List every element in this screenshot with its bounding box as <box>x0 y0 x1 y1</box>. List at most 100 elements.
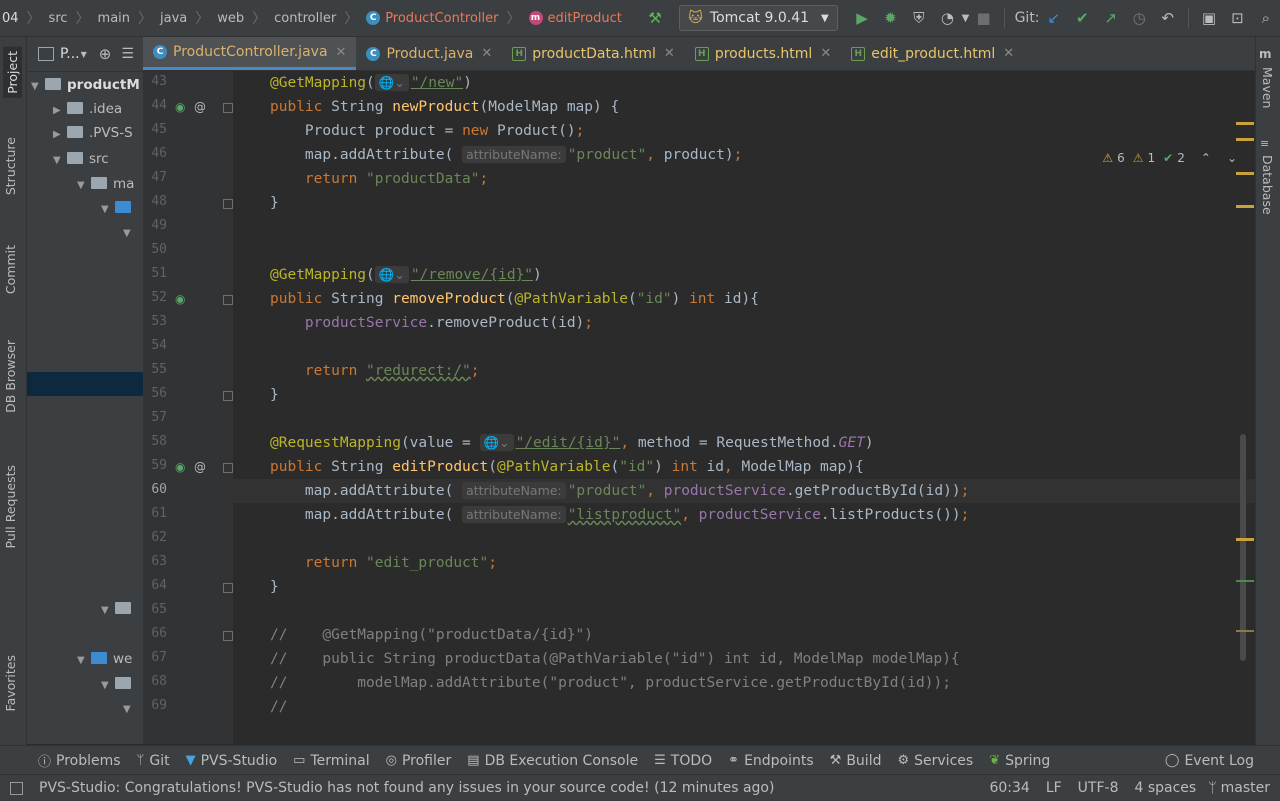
commit-tool-tab[interactable]: Commit <box>3 245 18 294</box>
tab-productdata-html[interactable]: H productData.html ✕ <box>502 37 685 70</box>
line-number[interactable]: 55 <box>143 362 167 377</box>
close-icon[interactable]: ✕ <box>820 46 831 61</box>
breadcrumb-item-src[interactable]: src <box>49 11 68 26</box>
endpoint-gutter-icon[interactable]: ◉ <box>175 460 185 474</box>
stop-icon[interactable]: ■ <box>976 9 990 27</box>
tree-item[interactable]: ▼ <box>101 672 137 696</box>
breadcrumb-item-java[interactable]: java <box>160 11 187 26</box>
breadcrumb-class[interactable]: ProductController <box>385 11 498 26</box>
profile-icon[interactable]: ◔ <box>940 9 954 27</box>
tree-item[interactable]: ▼ src <box>53 147 109 171</box>
git-branch[interactable]: master <box>1221 780 1270 796</box>
code-line[interactable]: map.addAttribute( attributeName: "product… <box>270 143 742 167</box>
error-stripe-mark[interactable] <box>1236 630 1254 632</box>
breadcrumb-root[interactable]: 04 <box>2 11 19 26</box>
coverage-icon[interactable]: ⛨ <box>912 9 926 27</box>
code-line[interactable]: map.addAttribute( attributeName: "listpro… <box>270 503 969 527</box>
tree-item[interactable]: ▼ ma <box>77 172 134 196</box>
tree-item[interactable]: ▶ .PVS-S <box>53 121 133 145</box>
code-line[interactable]: Product product = new Product(); <box>270 119 584 143</box>
code-line[interactable]: // <box>270 695 287 719</box>
line-number[interactable]: 63 <box>143 554 167 569</box>
line-number[interactable]: 53 <box>143 314 167 329</box>
error-stripe-mark[interactable] <box>1236 172 1254 175</box>
file-encoding[interactable]: UTF-8 <box>1078 780 1119 796</box>
close-icon[interactable]: ✕ <box>481 46 492 61</box>
project-panel-title[interactable]: P... <box>60 46 80 62</box>
next-highlight-icon[interactable]: ⌄ <box>1227 151 1237 165</box>
line-number[interactable]: 59 <box>143 458 167 473</box>
selected-tree-row[interactable] <box>27 372 143 396</box>
line-number[interactable]: 68 <box>143 674 167 689</box>
fold-marker-icon[interactable] <box>223 199 233 209</box>
line-number[interactable]: 56 <box>143 386 167 401</box>
line-number[interactable]: 61 <box>143 506 167 521</box>
tree-item[interactable]: ▼ productM <box>31 73 140 97</box>
vertical-scrollbar[interactable] <box>1240 434 1246 661</box>
locate-icon[interactable]: ⊕ <box>99 45 112 63</box>
line-number[interactable]: 64 <box>143 578 167 593</box>
structure-tool-tab[interactable]: Structure <box>3 137 18 195</box>
chevron-down-icon[interactable]: ▼ <box>81 50 87 59</box>
fold-marker-icon[interactable] <box>223 583 233 593</box>
code-line[interactable]: return "productData"; <box>270 167 488 191</box>
code-line[interactable]: return "redurect:/"; <box>270 359 480 383</box>
code-line[interactable]: @RequestMapping(value = 🌐⌄ "/edit/{id}", … <box>270 431 874 455</box>
git-push-icon[interactable]: ↗ <box>1103 9 1117 27</box>
breadcrumb-method[interactable]: editProduct <box>548 11 622 26</box>
collapse-icon[interactable]: ☰ <box>121 46 134 62</box>
fold-marker-icon[interactable] <box>223 631 233 641</box>
error-stripe-mark[interactable] <box>1236 580 1254 582</box>
code-line[interactable]: @GetMapping(🌐⌄ "/remove/{id}") <box>270 263 542 287</box>
line-number[interactable]: 47 <box>143 170 167 185</box>
code-editor[interactable]: 43 44 45 46 47 48 49 50 51 52 53 54 55 56 57 58 59 60 61 62… <box>143 71 1255 744</box>
line-number[interactable]: 44 <box>143 98 167 113</box>
tree-item[interactable]: ▶ .idea <box>53 97 122 121</box>
fold-marker-icon[interactable] <box>223 295 233 305</box>
error-stripe-mark[interactable] <box>1236 538 1254 541</box>
status-message[interactable]: PVS-Studio: Congratulations! PVS-Studio … <box>39 780 774 796</box>
maven-tool-tab[interactable]: Maven <box>1260 67 1275 108</box>
annotation-gutter-icon[interactable]: @ <box>194 100 206 114</box>
previous-highlight-icon[interactable]: ⌃ <box>1201 151 1211 165</box>
bottom-tool-endpoints[interactable]: ⚭ Endpoints <box>728 753 814 769</box>
favorites-tool-tab[interactable]: Favorites <box>3 655 18 711</box>
bottom-tool-todo[interactable]: ☰ TODO <box>654 753 712 769</box>
tree-item[interactable]: ▼ <box>123 696 137 720</box>
rollback-icon[interactable]: ↶ <box>1160 9 1174 27</box>
code-line[interactable]: } <box>270 575 279 599</box>
bottom-tool-pvs-studio[interactable]: ▼ PVS-Studio <box>186 753 278 769</box>
close-icon[interactable]: ✕ <box>664 46 675 61</box>
caret-position[interactable]: 60:34 <box>989 780 1029 796</box>
error-stripe-mark[interactable] <box>1236 205 1254 208</box>
close-icon[interactable]: ✕ <box>1003 46 1014 61</box>
code-line[interactable]: public String newProduct(ModelMap map) { <box>270 95 619 119</box>
bottom-tool-problems[interactable]: ⓘ Problems <box>38 751 121 771</box>
more-run-chevron-icon[interactable]: ▼ <box>962 13 970 24</box>
tree-item[interactable]: ▼ we <box>77 647 132 671</box>
endpoint-gutter-icon[interactable]: ◉ <box>175 292 185 306</box>
tab-productcontroller-java[interactable]: C ProductController.java ✕ <box>143 37 357 70</box>
bottom-tool-spring[interactable]: ❦ Spring <box>989 753 1050 769</box>
code-line[interactable]: // modelMap.addAttribute("product", prod… <box>270 671 951 695</box>
git-update-icon[interactable]: ↙ <box>1047 9 1061 27</box>
database-tool-tab[interactable]: Database <box>1260 155 1275 215</box>
indent-setting[interactable]: 4 spaces <box>1134 780 1196 796</box>
line-number[interactable]: 46 <box>143 146 167 161</box>
line-number[interactable]: 48 <box>143 194 167 209</box>
breadcrumb-item-main[interactable]: main <box>98 11 130 26</box>
editor-gutter[interactable]: 43 44 45 46 47 48 49 50 51 52 53 54 55 56 57 58 59 60 61 62… <box>143 71 233 744</box>
code-line[interactable]: map.addAttribute( attributeName: "product… <box>270 479 969 503</box>
terminal-window-icon[interactable]: ⊡ <box>1230 9 1244 27</box>
breadcrumb-item-controller[interactable]: controller <box>274 11 336 26</box>
line-number[interactable]: 69 <box>143 698 167 713</box>
fold-marker-icon[interactable] <box>223 391 233 401</box>
line-number[interactable]: 51 <box>143 266 167 281</box>
line-number[interactable]: 49 <box>143 218 167 233</box>
line-number[interactable]: 50 <box>143 242 167 257</box>
line-number[interactable]: 62 <box>143 530 167 545</box>
tab-products-html[interactable]: H products.html ✕ <box>685 37 841 70</box>
tree-item[interactable]: ▼ <box>123 220 137 244</box>
debug-icon[interactable]: ✹ <box>883 9 897 27</box>
code-line[interactable]: // @GetMapping("productData/{id}") <box>270 623 593 647</box>
